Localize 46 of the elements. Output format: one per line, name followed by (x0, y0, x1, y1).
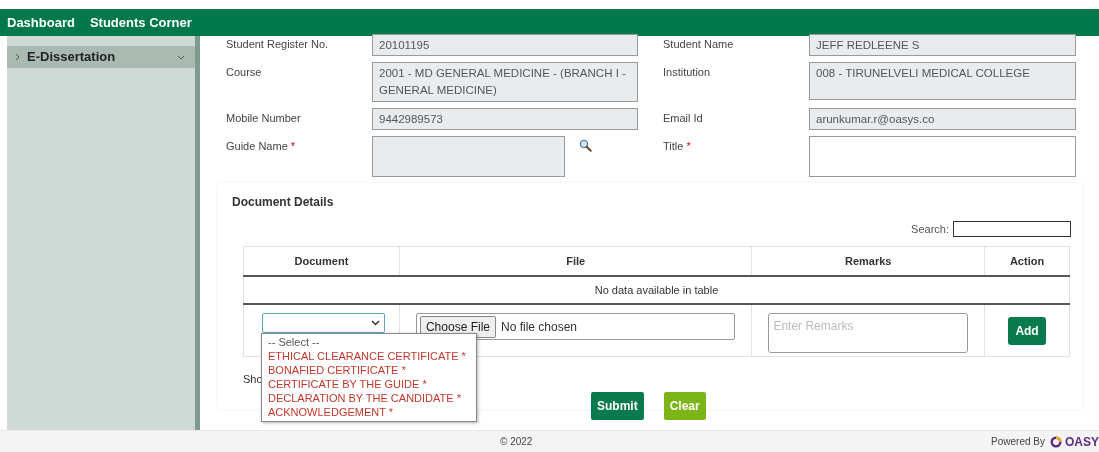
file-status: No file chosen (501, 318, 578, 336)
search-label: Search: (911, 222, 949, 237)
text-area[interactable]: 008 - TIRUNELVELI MEDICAL COLLEGE (809, 62, 1076, 100)
select-field[interactable] (262, 313, 385, 333)
dropdown-option[interactable]: DECLARATION BY THE CANDIDATE * (268, 391, 461, 405)
field-label: Guide Name * (226, 139, 297, 154)
chevron-down-icon (371, 320, 380, 326)
text-area[interactable] (372, 136, 565, 177)
chevron-right-icon (15, 53, 21, 61)
add-button[interactable]: Add (1008, 317, 1046, 345)
text-field[interactable]: 20101195 (372, 34, 638, 56)
text-area[interactable] (809, 136, 1076, 177)
file-field[interactable]: Choose File No file chosen (415, 313, 736, 340)
field-label: Student Name (663, 37, 735, 52)
dropdown-option[interactable]: -- Select -- (268, 335, 320, 349)
field-label: Student Register No. (226, 37, 330, 52)
submit-button[interactable]: Submit (591, 392, 644, 420)
brand-name: OASY (1065, 433, 1099, 451)
section-title: Document Details (232, 194, 335, 211)
column-header: File (399, 246, 752, 276)
column-header: Document (243, 246, 400, 276)
column-header: Action (984, 246, 1070, 276)
field-label: Institution (663, 65, 712, 80)
column-header: Remarks (751, 246, 985, 276)
text-field[interactable]: 9442989573 (372, 108, 638, 130)
text-field[interactable]: arunkumar.r@oasys.co (809, 108, 1076, 130)
dropdown-option[interactable]: ACKNOWLEDGEMENT * (268, 405, 394, 419)
field-label: Email Id (663, 111, 704, 126)
sidebar-item[interactable]: E-Dissertation (7, 46, 196, 68)
text-area[interactable]: 2001 - MD GENERAL MEDICINE - (BRANCH I - GENERAL MEDICINE) (372, 62, 638, 102)
search-field[interactable] (953, 221, 1071, 238)
field-label: Title * (663, 139, 692, 154)
dropdown-option[interactable]: ETHICAL CLEARANCE CERTIFICATE * (268, 349, 466, 363)
field-label: Mobile Number (226, 111, 302, 126)
text-field[interactable]: JEFF REDLEENE S (809, 34, 1076, 56)
dropdown-option[interactable]: CERTIFICATE BY THE GUIDE * (268, 377, 427, 391)
nav-link[interactable]: Students Corner (89, 12, 192, 33)
nav-link[interactable]: Dashboard (7, 12, 75, 33)
powered-by-text: Powered By (991, 435, 1045, 449)
chevron-down-icon (177, 55, 186, 61)
table-cell: No data available in table (243, 276, 1070, 304)
ring-logo-icon (1050, 435, 1062, 448)
dropdown-option[interactable]: BONAFIED CERTIFICATE * (268, 363, 406, 377)
search-icon[interactable] (579, 139, 592, 153)
copyright-text: © 2022 (500, 435, 533, 449)
field-label: Course (226, 65, 263, 80)
